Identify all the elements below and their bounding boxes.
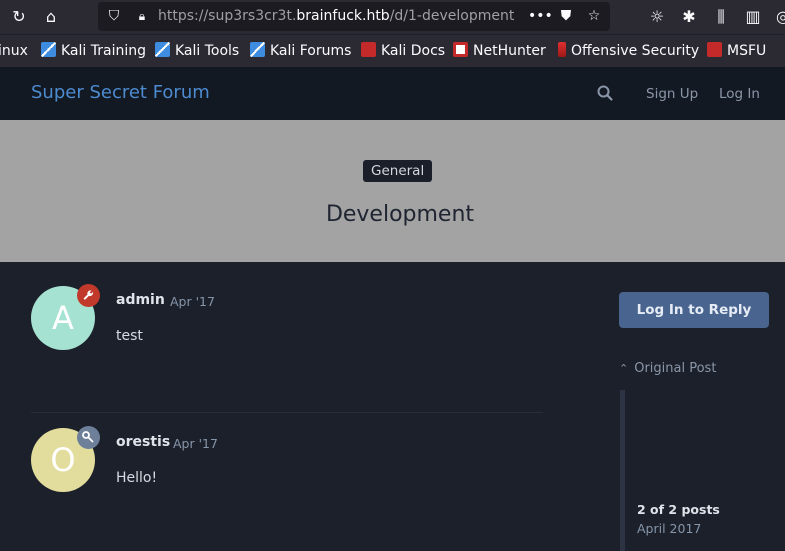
post-date[interactable]: Apr '17 xyxy=(170,294,215,309)
bookmark-kali-training[interactable]: Kali Training xyxy=(41,42,146,60)
bookmark-nethunter[interactable]: NetHunter xyxy=(453,42,546,60)
url-bar[interactable]: ⛉ 🔒︎ https://sup3rs3cr3t.brainfuck.htb/d… xyxy=(98,2,610,31)
wrench-icon xyxy=(77,284,100,307)
scrubber-count[interactable]: 2 of 2 posts xyxy=(637,502,720,517)
extension-sun-icon[interactable]: ☼ xyxy=(646,6,668,28)
post-divider xyxy=(31,412,543,413)
sidebar-icon[interactable]: ▥ xyxy=(742,6,764,28)
scrubber-track[interactable] xyxy=(620,390,625,551)
tracking-shield-icon[interactable]: ⛉ xyxy=(104,6,124,26)
offsec-icon xyxy=(558,42,566,57)
bookmark-kali-forums[interactable]: Kali Forums xyxy=(250,42,351,60)
kali-dragon-icon xyxy=(41,42,56,57)
post-body: test xyxy=(116,328,143,344)
page-actions-icon[interactable]: ••• xyxy=(528,6,553,26)
library-icon[interactable]: ⫼ xyxy=(710,6,732,28)
extensions-puzzle-icon[interactable]: ✱ xyxy=(678,6,700,28)
bookmarks-bar: inux Kali Training Kali Tools Kali Forum… xyxy=(0,35,785,67)
scrubber-date: April 2017 xyxy=(637,521,702,536)
post-author[interactable]: admin xyxy=(116,292,165,308)
login-to-reply-button[interactable]: Log In to Reply xyxy=(619,292,769,328)
kali-docs-icon xyxy=(361,42,376,57)
search-icon[interactable] xyxy=(596,84,614,102)
bookmark-linux[interactable]: inux xyxy=(0,42,28,60)
bookmark-msfu[interactable]: MSFU xyxy=(707,42,766,60)
nethunter-icon xyxy=(453,42,468,57)
account-icon[interactable]: ◎ xyxy=(772,6,785,28)
double-chevron-up-icon: ⌃ xyxy=(619,362,629,375)
pocket-icon[interactable]: ⛊ xyxy=(556,6,576,26)
discussion-title: Development xyxy=(325,202,475,227)
kali-dragon-icon xyxy=(155,42,170,57)
browser-toolbar: ↻ ⌂ ⛉ 🔒︎ https://sup3rs3cr3t.brainfuck.h… xyxy=(0,0,785,34)
lock-icon[interactable]: 🔒︎ xyxy=(132,6,152,26)
bookmark-offensive-security[interactable]: Offensive Security xyxy=(558,42,699,60)
post-author[interactable]: orestis xyxy=(116,434,170,450)
post-date[interactable]: Apr '17 xyxy=(173,436,218,451)
forum-header: Super Secret Forum Sign Up Log In xyxy=(0,67,785,120)
post-body: Hello! xyxy=(116,470,158,486)
bookmark-star-icon[interactable]: ☆ xyxy=(584,6,604,26)
msfu-icon xyxy=(707,42,722,57)
login-link[interactable]: Log In xyxy=(719,86,760,102)
forum-title[interactable]: Super Secret Forum xyxy=(31,82,210,103)
discussion-hero: General Development xyxy=(0,120,785,262)
signup-link[interactable]: Sign Up xyxy=(646,86,698,102)
bookmark-kali-tools[interactable]: Kali Tools xyxy=(155,42,239,60)
url-text[interactable]: https://sup3rs3cr3t.brainfuck.htb/d/1-de… xyxy=(158,8,514,24)
kali-dragon-icon xyxy=(250,42,265,57)
bookmark-kali-docs[interactable]: Kali Docs xyxy=(361,42,445,60)
home-icon[interactable]: ⌂ xyxy=(40,6,62,28)
tag-badge[interactable]: General xyxy=(363,160,433,182)
reload-icon[interactable]: ↻ xyxy=(8,6,30,28)
key-icon xyxy=(77,426,100,449)
original-post-link[interactable]: ⌃ Original Post xyxy=(619,361,716,376)
